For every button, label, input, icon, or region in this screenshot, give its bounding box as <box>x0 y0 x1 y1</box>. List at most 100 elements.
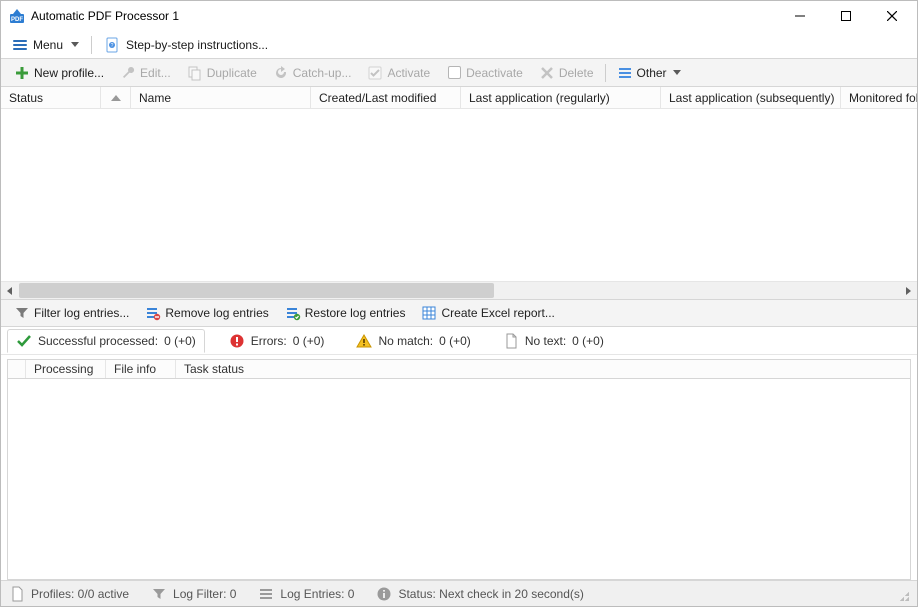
help-instructions-button[interactable]: ? Step-by-step instructions... <box>98 34 274 56</box>
delete-button[interactable]: Delete <box>532 61 601 85</box>
counter-nomatch-label: No match: <box>378 334 433 348</box>
menubar: Menu ? Step-by-step instructions... <box>1 31 917 59</box>
col-last-subsequent[interactable]: Last application (subsequently) <box>661 87 841 108</box>
app-icon: PDF <box>9 8 25 24</box>
scroll-thumb[interactable] <box>19 283 494 298</box>
funnel-icon <box>151 586 167 602</box>
log-toolbar: Filter log entries... Remove log entries… <box>1 299 917 327</box>
restore-log-icon <box>285 305 301 321</box>
titlebar: PDF Automatic PDF Processor 1 <box>1 1 917 31</box>
edit-label: Edit... <box>140 66 171 80</box>
new-profile-button[interactable]: New profile... <box>7 61 111 85</box>
checkbox-checked-icon <box>367 65 383 81</box>
counter-success-value: 0 (+0) <box>164 334 196 348</box>
counter-nomatch[interactable]: No match: 0 (+0) <box>348 330 478 352</box>
document-help-icon: ? <box>104 37 120 53</box>
blank-page-icon <box>503 333 519 349</box>
separator <box>605 64 606 82</box>
edit-button[interactable]: Edit... <box>113 61 178 85</box>
col-fileinfo[interactable]: File info <box>106 360 176 378</box>
menu-button[interactable]: Menu <box>7 35 85 55</box>
duplicate-icon <box>187 65 203 81</box>
list-icon <box>258 586 274 602</box>
restore-log-label: Restore log entries <box>305 306 406 320</box>
counter-errors-value: 0 (+0) <box>293 334 325 348</box>
counter-success[interactable]: Successful processed: 0 (+0) <box>7 329 205 353</box>
wrench-icon <box>120 65 136 81</box>
resize-grip[interactable] <box>895 587 909 601</box>
col-processing[interactable]: Processing <box>26 360 106 378</box>
counter-nomatch-value: 0 (+0) <box>439 334 471 348</box>
funnel-icon <box>14 305 30 321</box>
duplicate-button[interactable]: Duplicate <box>180 61 264 85</box>
statusbar: Profiles: 0/0 active Log Filter: 0 Log E… <box>1 580 917 606</box>
check-icon <box>16 333 32 349</box>
new-profile-label: New profile... <box>34 66 104 80</box>
excel-report-button[interactable]: Create Excel report... <box>414 301 561 325</box>
separator <box>91 36 92 54</box>
counter-notext-label: No text: <box>525 334 566 348</box>
delete-label: Delete <box>559 66 594 80</box>
chevron-down-icon <box>71 42 79 47</box>
remove-log-button[interactable]: Remove log entries <box>138 301 275 325</box>
plus-icon <box>14 65 30 81</box>
remove-log-icon <box>145 305 161 321</box>
col-taskstatus[interactable]: Task status <box>176 360 910 378</box>
maximize-button[interactable] <box>823 1 869 31</box>
counter-notext[interactable]: No text: 0 (+0) <box>495 330 612 352</box>
other-button[interactable]: Other <box>610 61 688 85</box>
deactivate-label: Deactivate <box>466 66 523 80</box>
deactivate-button[interactable]: Deactivate <box>439 61 530 85</box>
window-title: Automatic PDF Processor 1 <box>31 9 179 23</box>
col-expand[interactable] <box>8 360 26 378</box>
spreadsheet-icon <box>421 305 437 321</box>
info-icon <box>376 586 392 602</box>
counter-success-label: Successful processed: <box>38 334 158 348</box>
refresh-icon <box>273 65 289 81</box>
menu-label: Menu <box>33 38 63 52</box>
profiles-body <box>1 109 917 281</box>
other-label: Other <box>637 66 667 80</box>
chevron-down-icon <box>673 70 681 75</box>
log-grid: Processing File info Task status <box>1 355 917 580</box>
col-monitored[interactable]: Monitored fold <box>841 87 917 108</box>
list-icon <box>617 65 633 81</box>
profiles-header: Status Name Created/Last modified Last a… <box>1 87 917 109</box>
svg-text:PDF: PDF <box>11 17 23 23</box>
minimize-button[interactable] <box>777 1 823 31</box>
status-logfilter: Log Filter: 0 <box>151 586 236 602</box>
counter-errors[interactable]: Errors: 0 (+0) <box>221 330 333 352</box>
scroll-right-icon[interactable] <box>900 283 916 299</box>
activate-button[interactable]: Activate <box>360 61 437 85</box>
restore-log-button[interactable]: Restore log entries <box>278 301 413 325</box>
scroll-left-icon[interactable] <box>2 283 18 299</box>
x-icon <box>539 65 555 81</box>
hamburger-icon <box>13 40 27 50</box>
col-last-regular[interactable]: Last application (regularly) <box>461 87 661 108</box>
filter-log-label: Filter log entries... <box>34 306 129 320</box>
col-created[interactable]: Created/Last modified <box>311 87 461 108</box>
warning-icon <box>356 333 372 349</box>
status-profiles: Profiles: 0/0 active <box>9 586 129 602</box>
status-logentries: Log Entries: 0 <box>258 586 354 602</box>
profiles-hscrollbar[interactable] <box>1 281 917 299</box>
log-grid-header: Processing File info Task status <box>7 359 911 379</box>
help-label: Step-by-step instructions... <box>126 38 268 52</box>
remove-log-label: Remove log entries <box>165 306 268 320</box>
catchup-label: Catch-up... <box>293 66 352 80</box>
sort-asc-icon <box>111 95 121 101</box>
close-button[interactable] <box>869 1 915 31</box>
log-grid-body <box>7 379 911 580</box>
counter-errors-label: Errors: <box>251 334 287 348</box>
col-status[interactable]: Status <box>1 87 101 108</box>
catchup-button[interactable]: Catch-up... <box>266 61 359 85</box>
counters-row: Successful processed: 0 (+0) Errors: 0 (… <box>1 327 917 355</box>
checkbox-empty-icon <box>446 65 462 81</box>
scroll-track[interactable] <box>19 283 899 298</box>
col-name[interactable]: Name <box>131 87 311 108</box>
status-message: Status: Next check in 20 second(s) <box>376 586 583 602</box>
col-sort[interactable] <box>101 87 131 108</box>
filter-log-button[interactable]: Filter log entries... <box>7 301 136 325</box>
error-icon <box>229 333 245 349</box>
page-icon <box>9 586 25 602</box>
